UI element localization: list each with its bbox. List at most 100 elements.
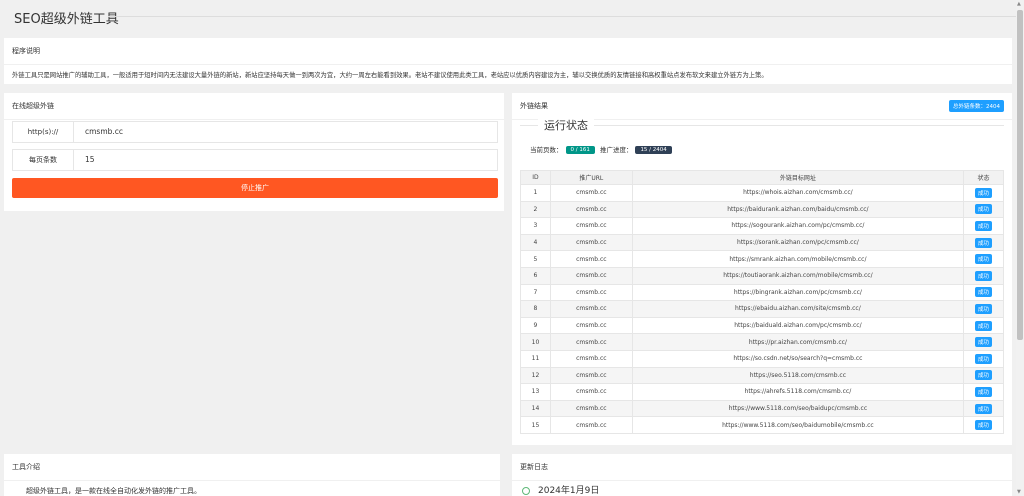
row-target-url: https://baiduald.aizhan.com/pc/cmsmb.cc/ — [631, 316, 965, 335]
row-target-url: https://seo.5118.com/cmsmb.cc — [631, 366, 965, 385]
changelog-heading: 更新日志 — [512, 454, 1012, 481]
table-row: 12 cmsmb.cc https://seo.5118.com/cmsmb.cc 成… — [520, 366, 1004, 385]
row-promo-url: cmsmb.cc — [549, 316, 633, 335]
table-row: 15 cmsmb.cc https://www.5118.com/seo/baidu… — [520, 416, 1004, 434]
status-success-badge: 成功 — [975, 287, 993, 298]
row-id: 5 — [520, 250, 551, 268]
row-status-cell: 成功 — [963, 200, 1004, 219]
row-target-url: https://ebaidu.aizhan.com/site/cmsmb.cc/ — [631, 300, 965, 318]
table-row: 2 cmsmb.cc https://baidurank.aizhan.com/ba… — [520, 200, 1004, 219]
status-success-badge: 成功 — [975, 303, 993, 314]
row-promo-url: cmsmb.cc — [549, 383, 633, 401]
status-success-badge: 成功 — [975, 337, 993, 348]
column-header-id: ID — [520, 170, 551, 185]
row-id: 14 — [520, 399, 551, 418]
page-scrollbar[interactable]: ▲ ▼ — [1016, 0, 1024, 496]
changelog-panel: 更新日志 2024年1月9日 — [512, 454, 1012, 496]
column-header-promo-url: 推广URL — [549, 170, 633, 185]
row-status-cell: 成功 — [963, 266, 1004, 285]
row-status-cell: 成功 — [963, 383, 1004, 401]
backlink-results-panel: 外链结果 总外链条数：2404 运行状态 当前页数： 0 / 161 推广进度： 1… — [512, 93, 1012, 445]
row-status-cell: 成功 — [963, 250, 1004, 268]
row-promo-url: cmsmb.cc — [549, 283, 633, 302]
row-status-cell: 成功 — [963, 233, 1004, 252]
column-header-status: 状态 — [963, 170, 1004, 185]
table-row: 7 cmsmb.cc https://bingrank.aizhan.com/pc/… — [520, 283, 1004, 302]
row-promo-url: cmsmb.cc — [549, 300, 633, 318]
current-page-tag: 0 / 161 — [565, 146, 595, 154]
page-title: SEO超级外链工具 — [14, 12, 119, 27]
row-promo-url: cmsmb.cc — [549, 399, 633, 418]
tool-intro-panel: 工具介绍 超级外链工具，是一款在线全自动化发外链的推广工具。 — [4, 454, 500, 496]
status-success-badge: 成功 — [975, 270, 993, 281]
online-backlink-heading: 在线超级外链 — [4, 93, 504, 120]
row-promo-url: cmsmb.cc — [549, 217, 633, 235]
current-page-label: 当前页数： — [530, 146, 563, 154]
row-id: 15 — [520, 416, 551, 434]
row-id: 2 — [520, 200, 551, 219]
changelog-date: 2024年1月9日 — [538, 486, 600, 496]
row-id: 6 — [520, 266, 551, 285]
results-table-header: ID 推广URL 外链目标网址 状态 — [520, 170, 1004, 185]
row-target-url: https://sorank.aizhan.com/pc/cmsmb.cc/ — [631, 233, 965, 252]
per-page-input-value[interactable]: 15 — [85, 150, 95, 170]
table-row: 9 cmsmb.cc https://baiduald.aizhan.com/pc/… — [520, 316, 1004, 335]
per-page-field[interactable]: 每页条数 15 — [12, 149, 498, 171]
row-promo-url: cmsmb.cc — [549, 366, 633, 385]
row-status-cell: 成功 — [963, 316, 1004, 335]
row-target-url: https://whois.aizhan.com/cmsmb.cc/ — [631, 184, 965, 202]
row-target-url: https://ahrefs.5118.com/cmsmb.cc/ — [631, 383, 965, 401]
online-backlink-panel: 在线超级外链 http(s):// cmsmb.cc 每页条数 15 停止推广 — [4, 93, 504, 211]
program-description-text: 外链工具只是网站推广的辅助工具，一般适用于短时间内无法建设大量外链的新站，新站应… — [12, 72, 768, 79]
changelog-entry: 2024年1月9日 — [522, 483, 599, 496]
row-status-cell: 成功 — [963, 333, 1004, 351]
url-field[interactable]: http(s):// cmsmb.cc — [12, 121, 498, 143]
status-success-badge: 成功 — [975, 220, 993, 231]
row-id: 13 — [520, 383, 551, 401]
row-promo-url: cmsmb.cc — [549, 250, 633, 268]
status-success-badge: 成功 — [975, 204, 993, 215]
title-bar: SEO超级外链工具 — [0, 0, 1016, 34]
row-promo-url: cmsmb.cc — [549, 266, 633, 285]
row-target-url: https://www.5118.com/seo/baidumobile/cms… — [631, 416, 965, 434]
per-page-label: 每页条数 — [13, 150, 74, 170]
row-id: 10 — [520, 333, 551, 351]
status-success-badge: 成功 — [975, 187, 993, 198]
row-id: 3 — [520, 217, 551, 235]
results-table: ID 推广URL 外链目标网址 状态 1 cmsmb.cc https://whoi… — [520, 170, 1004, 434]
status-success-badge: 成功 — [975, 386, 993, 397]
scroll-up-arrow-icon[interactable]: ▲ — [1017, 1, 1021, 7]
scroll-down-arrow-icon[interactable]: ▼ — [1017, 489, 1021, 495]
row-target-url: https://toutiaorank.aizhan.com/mobile/cm… — [631, 266, 965, 285]
status-success-badge: 成功 — [975, 420, 993, 431]
row-target-url: https://smrank.aizhan.com/mobile/cmsmb.c… — [631, 250, 965, 268]
progress-tag: 15 / 2404 — [635, 146, 672, 154]
scrollbar-thumb[interactable] — [1017, 10, 1023, 340]
row-status-cell: 成功 — [963, 283, 1004, 302]
row-id: 11 — [520, 349, 551, 368]
table-row: 4 cmsmb.cc https://sorank.aizhan.com/pc/cm… — [520, 233, 1004, 252]
stop-promotion-button[interactable]: 停止推广 — [12, 178, 498, 198]
status-success-badge: 成功 — [975, 320, 993, 331]
row-status-cell: 成功 — [963, 399, 1004, 418]
tool-intro-heading: 工具介绍 — [4, 454, 500, 481]
status-success-badge: 成功 — [975, 254, 993, 265]
status-success-badge: 成功 — [975, 353, 993, 364]
timeline-circle-icon — [522, 486, 530, 495]
row-id: 9 — [520, 316, 551, 335]
row-status-cell: 成功 — [963, 416, 1004, 434]
url-input-value[interactable]: cmsmb.cc — [85, 122, 123, 142]
status-success-badge: 成功 — [975, 370, 993, 381]
total-backlinks-badge: 总外链条数：2404 — [949, 100, 1004, 112]
row-id: 1 — [520, 184, 551, 202]
row-id: 8 — [520, 300, 551, 318]
row-target-url: https://so.csdn.net/so/search?q=cmsmb.cc — [631, 349, 965, 368]
row-status-cell: 成功 — [963, 217, 1004, 235]
table-row: 14 cmsmb.cc https://www.5118.com/seo/baidu… — [520, 399, 1004, 418]
row-status-cell: 成功 — [963, 300, 1004, 318]
row-promo-url: cmsmb.cc — [549, 184, 633, 202]
row-status-cell: 成功 — [963, 349, 1004, 368]
program-description-panel: 程序说明 外链工具只是网站推广的辅助工具，一般适用于短时间内无法建设大量外链的新… — [4, 38, 1012, 84]
row-target-url: https://bingrank.aizhan.com/pc/cmsmb.cc/ — [631, 283, 965, 302]
row-promo-url: cmsmb.cc — [549, 333, 633, 351]
